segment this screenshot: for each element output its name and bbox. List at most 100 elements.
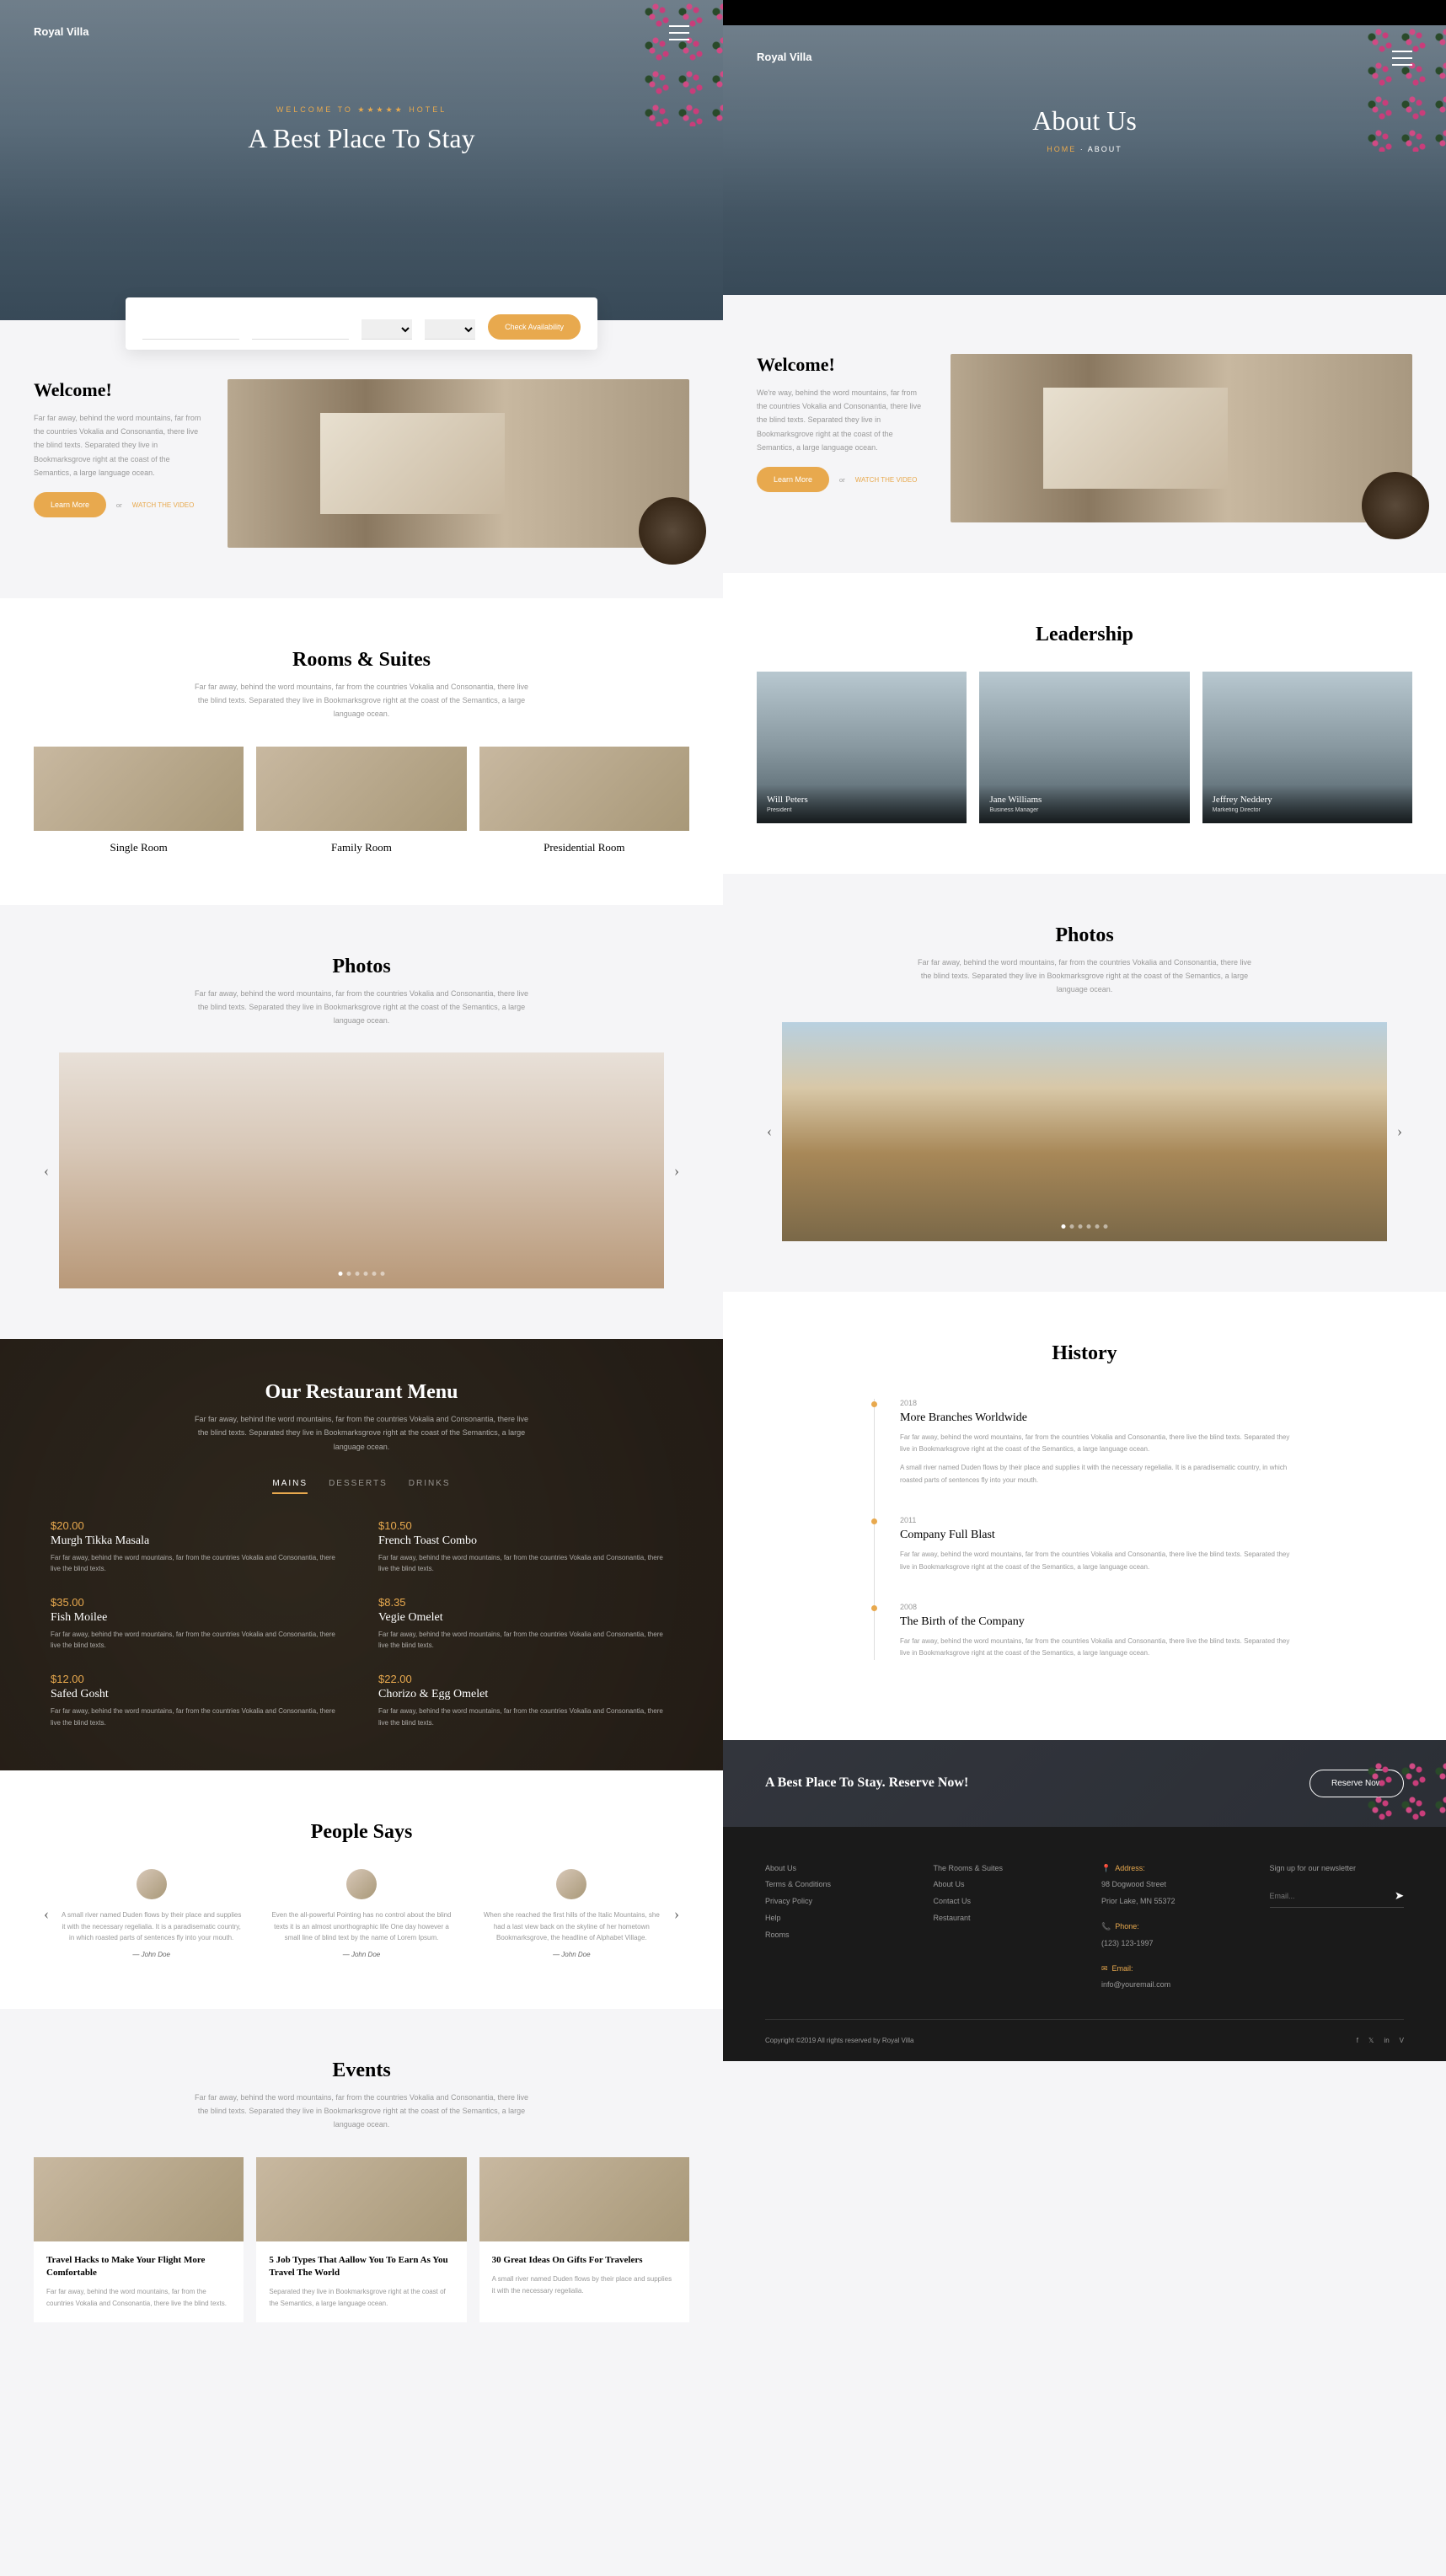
- checkout-input[interactable]: [252, 321, 349, 340]
- footer-link[interactable]: About Us: [765, 1861, 900, 1877]
- carousel-dots[interactable]: [1062, 1224, 1108, 1229]
- footer-link[interactable]: Contact Us: [934, 1893, 1068, 1910]
- menu-desc: Far far away, behind the word mountains,…: [378, 1552, 672, 1575]
- brand-logo[interactable]: Royal Villa: [34, 25, 689, 38]
- home-page: Royal Villa WELCOME TO ★★★★★ HOTEL A Bes…: [0, 0, 723, 2373]
- history-desc: Far far away, behind the word mountains,…: [900, 1636, 1295, 1660]
- menu-title: Our Restaurant Menu: [51, 1381, 672, 1404]
- history-desc: Far far away, behind the word mountains,…: [900, 1432, 1295, 1456]
- room-image: [34, 747, 244, 831]
- learn-more-button[interactable]: Learn More: [34, 492, 106, 517]
- watch-video-link[interactable]: WATCH THE VIDEO: [132, 501, 195, 509]
- check-availability-button[interactable]: Check Availability: [488, 314, 581, 340]
- learn-more-button[interactable]: Learn More: [757, 467, 829, 492]
- prev-arrow-icon[interactable]: ‹: [757, 1119, 782, 1144]
- newsletter-input[interactable]: [1270, 1889, 1395, 1903]
- menu-name: Vegie Omelet: [378, 1611, 672, 1625]
- breadcrumb: HOME · ABOUT: [757, 145, 1412, 153]
- history-year: 2018: [900, 1399, 1295, 1407]
- room-card[interactable]: Presidential Room: [479, 747, 689, 854]
- history-item: 2008The Birth of the CompanyFar far away…: [900, 1603, 1295, 1660]
- room-name: Presidential Room: [479, 841, 689, 854]
- hamburger-icon[interactable]: [669, 25, 689, 40]
- history-item-title: Company Full Blast: [900, 1529, 1295, 1542]
- footer-link[interactable]: Privacy Policy: [765, 1893, 900, 1910]
- menu-price: $35.00: [51, 1596, 345, 1609]
- hero: Royal Villa About Us HOME · ABOUT: [723, 25, 1446, 295]
- event-image: [256, 2157, 466, 2241]
- menu-desc: Far far away, behind the word mountains,…: [51, 1706, 345, 1728]
- adults-label: Adults: [362, 308, 412, 315]
- phone-value[interactable]: (123) 123-1997: [1101, 1936, 1236, 1952]
- address-label: 📍Address:: [1101, 1861, 1236, 1877]
- brand-logo[interactable]: Royal Villa: [757, 51, 1412, 63]
- menu-name: Chorizo & Egg Omelet: [378, 1688, 672, 1701]
- welcome-title: Welcome!: [757, 354, 925, 376]
- events-desc: Far far away, behind the word mountains,…: [193, 2091, 530, 2132]
- menu-name: French Toast Combo: [378, 1534, 672, 1548]
- footer-link[interactable]: The Rooms & Suites: [934, 1861, 1068, 1877]
- welcome-desc: We're way, behind the word mountains, fa…: [757, 386, 925, 454]
- vimeo-icon[interactable]: V: [1400, 2037, 1404, 2044]
- facebook-icon[interactable]: f: [1357, 2037, 1358, 2044]
- event-card[interactable]: 5 Job Types That Aallow You To Earn As Y…: [256, 2157, 466, 2322]
- tab-mains[interactable]: MAINS: [272, 1479, 308, 1494]
- flowers-decoration: [1362, 1759, 1446, 1827]
- testimonial: When she reached the first hills of the …: [479, 1869, 664, 1958]
- footer-contact: 📍Address: 98 Dogwood Street Prior Lake, …: [1101, 1861, 1236, 1995]
- welcome-desc: Far far away, behind the word mountains,…: [34, 411, 202, 479]
- footer-link[interactable]: Rooms: [765, 1927, 900, 1944]
- leader-card[interactable]: Jane WilliamsBusiness Manager: [979, 672, 1189, 823]
- testimonial-text: When she reached the first hills of the …: [479, 1909, 664, 1944]
- photos-title: Photos: [34, 956, 689, 978]
- welcome-circle-image: [1362, 472, 1429, 539]
- carousel-dots[interactable]: [339, 1272, 385, 1276]
- photo-slide: [782, 1022, 1387, 1241]
- address-value: 98 Dogwood Street Prior Lake, MN 55372: [1101, 1877, 1236, 1910]
- footer-link[interactable]: About Us: [934, 1877, 1068, 1893]
- next-arrow-icon[interactable]: ›: [664, 1901, 689, 1926]
- people-title: People Says: [34, 1821, 689, 1844]
- adults-select[interactable]: [362, 319, 412, 340]
- avatar: [556, 1869, 586, 1899]
- tab-desserts[interactable]: DESSERTS: [329, 1479, 388, 1494]
- hamburger-icon[interactable]: [1392, 51, 1412, 66]
- children-select[interactable]: [425, 319, 475, 340]
- event-card[interactable]: 30 Great Ideas On Gifts For TravelersA s…: [479, 2157, 689, 2322]
- footer-link[interactable]: Restaurant: [934, 1910, 1068, 1927]
- welcome-image: [228, 379, 689, 548]
- prev-arrow-icon[interactable]: ‹: [34, 1901, 59, 1926]
- email-value[interactable]: info@youremail.com: [1101, 1977, 1236, 1994]
- newsletter-submit-icon[interactable]: ➤: [1395, 1889, 1404, 1903]
- social-links: f 𝕏 in V: [1357, 2037, 1404, 2044]
- rooms-section: Rooms & Suites Far far away, behind the …: [0, 598, 723, 905]
- event-card[interactable]: Travel Hacks to Make Your Flight More Co…: [34, 2157, 244, 2322]
- breadcrumb-home[interactable]: HOME: [1047, 145, 1076, 153]
- footer-newsletter: Sign up for our newsletter ➤: [1270, 1861, 1405, 1995]
- linkedin-icon[interactable]: in: [1384, 2037, 1389, 2044]
- footer-link[interactable]: Terms & Conditions: [765, 1877, 900, 1893]
- tab-drinks[interactable]: DRINKS: [409, 1479, 451, 1494]
- menu-desc: Far far away, behind the word mountains,…: [51, 1552, 345, 1575]
- checkin-input[interactable]: [142, 321, 239, 340]
- hero-label: WELCOME TO ★★★★★ HOTEL: [34, 105, 689, 115]
- twitter-icon[interactable]: 𝕏: [1368, 2037, 1374, 2044]
- leader-card[interactable]: Jeffrey NedderyMarketing Director: [1202, 672, 1412, 823]
- avatar: [346, 1869, 377, 1899]
- prev-arrow-icon[interactable]: ‹: [34, 1158, 59, 1183]
- next-arrow-icon[interactable]: ›: [664, 1158, 689, 1183]
- menu-desc: Far far away, behind the word mountains,…: [193, 1412, 530, 1454]
- watch-video-link[interactable]: WATCH THE VIDEO: [855, 476, 918, 484]
- room-card[interactable]: Family Room: [256, 747, 466, 854]
- footer-link[interactable]: Help: [765, 1910, 900, 1927]
- welcome-section: Welcome! Far far away, behind the word m…: [0, 320, 723, 598]
- next-arrow-icon[interactable]: ›: [1387, 1119, 1412, 1144]
- photo-slide: [59, 1052, 664, 1288]
- history-item: 2018More Branches WorldwideFar far away,…: [900, 1399, 1295, 1487]
- menu-price: $10.50: [378, 1519, 672, 1532]
- booking-bar: Check In Check Out Adults Children Check…: [126, 297, 597, 350]
- room-card[interactable]: Single Room: [34, 747, 244, 854]
- menu-item: $12.00Safed GoshtFar far away, behind th…: [51, 1673, 345, 1728]
- room-image: [479, 747, 689, 831]
- leader-card[interactable]: Will PetersPresident: [757, 672, 967, 823]
